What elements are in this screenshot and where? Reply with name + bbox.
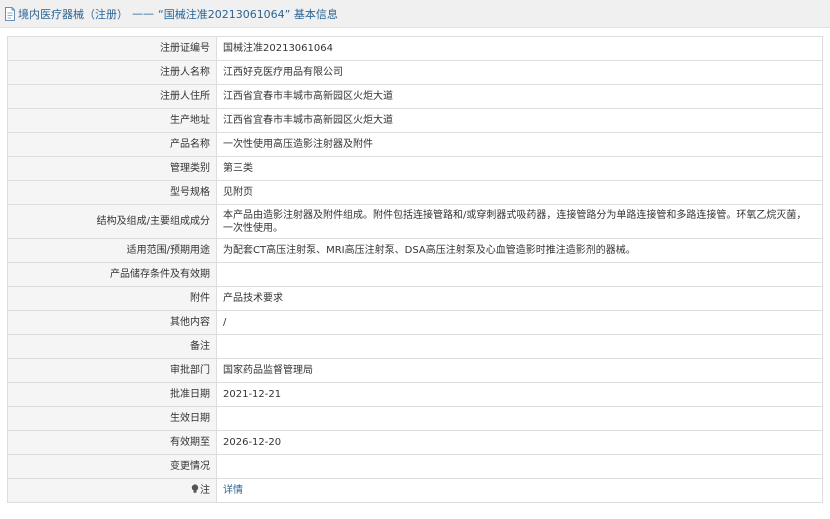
row-value: 产品技术要求	[216, 286, 823, 311]
row-label: 结构及组成/主要组成成分	[7, 204, 217, 239]
row-value: 江西好克医疗用品有限公司	[216, 60, 823, 85]
row-value: 一次性使用高压造影注射器及附件	[216, 132, 823, 157]
table-row: 注册证编号 国械注准20213061064	[7, 36, 823, 61]
registration-detail-table: 注册证编号 国械注准20213061064 注册人名称 江西好克医疗用品有限公司…	[7, 36, 823, 503]
row-label: 生效日期	[7, 406, 217, 431]
row-label: 变更情况	[7, 454, 217, 479]
details-link[interactable]: 详情	[223, 485, 243, 496]
row-label: 审批部门	[7, 358, 217, 383]
row-label: 注册证编号	[7, 36, 217, 61]
table-row: 型号规格 见附页	[7, 180, 823, 205]
document-icon	[5, 6, 15, 21]
table-row: 管理类别 第三类	[7, 156, 823, 181]
table-row: 附件 产品技术要求	[7, 286, 823, 311]
row-label: 产品名称	[7, 132, 217, 157]
table-row: 注册人名称 江西好克医疗用品有限公司	[7, 60, 823, 85]
table-row: 产品储存条件及有效期	[7, 262, 823, 287]
row-value: 本产品由造影注射器及附件组成。附件包括连接管路和/或穿刺器式吸药器，连接管路分为…	[216, 204, 823, 239]
table-row: 结构及组成/主要组成成分 本产品由造影注射器及附件组成。附件包括连接管路和/或穿…	[7, 204, 823, 239]
lightbulb-icon	[191, 484, 199, 493]
table-row: 变更情况	[7, 454, 823, 479]
table-row: 产品名称 一次性使用高压造影注射器及附件	[7, 132, 823, 157]
row-label: 产品储存条件及有效期	[7, 262, 217, 287]
row-label: 备注	[7, 334, 217, 359]
row-value	[216, 406, 823, 431]
table-row: 批准日期 2021-12-21	[7, 382, 823, 407]
row-label: 生产地址	[7, 108, 217, 133]
table-row: 注 详情	[7, 478, 823, 503]
table-row: 生效日期	[7, 406, 823, 431]
title-separator: ——	[132, 7, 154, 20]
row-value: 为配套CT高压注射泵、MRI高压注射泵、DSA高压注射泵及心血管造影时推注造影剂…	[216, 238, 823, 263]
row-label: 其他内容	[7, 310, 217, 335]
row-label: 批准日期	[7, 382, 217, 407]
row-value: 第三类	[216, 156, 823, 181]
table-row: 适用范围/预期用途 为配套CT高压注射泵、MRI高压注射泵、DSA高压注射泵及心…	[7, 238, 823, 263]
row-value: 国家药品监督管理局	[216, 358, 823, 383]
row-value: 江西省宜春市丰城市高新园区火炬大道	[216, 84, 823, 109]
footer-note-value: 详情	[216, 478, 823, 503]
table-row: 有效期至 2026-12-20	[7, 430, 823, 455]
table-row: 备注	[7, 334, 823, 359]
row-value: /	[216, 310, 823, 335]
table-row: 审批部门 国家药品监督管理局	[7, 358, 823, 383]
row-label: 型号规格	[7, 180, 217, 205]
table-row: 其他内容 /	[7, 310, 823, 335]
row-value	[216, 454, 823, 479]
row-value: 2021-12-21	[216, 382, 823, 407]
record-title: “国械注准20213061064” 基本信息	[158, 7, 338, 21]
category-link[interactable]: 境内医疗器械（注册）	[18, 6, 128, 22]
row-label: 有效期至	[7, 430, 217, 455]
table-row: 注册人住所 江西省宜春市丰城市高新园区火炬大道	[7, 84, 823, 109]
note-label-text: 注	[200, 485, 210, 496]
row-value: 江西省宜春市丰城市高新园区火炬大道	[216, 108, 823, 133]
footer-note-label: 注	[7, 478, 217, 503]
row-value	[216, 262, 823, 287]
row-value	[216, 334, 823, 359]
row-label: 注册人住所	[7, 84, 217, 109]
table-row: 生产地址 江西省宜春市丰城市高新园区火炬大道	[7, 108, 823, 133]
row-label: 附件	[7, 286, 217, 311]
row-label: 注册人名称	[7, 60, 217, 85]
row-label: 管理类别	[7, 156, 217, 181]
row-value: 见附页	[216, 180, 823, 205]
row-label: 适用范围/预期用途	[7, 238, 217, 263]
row-value: 国械注准20213061064	[216, 36, 823, 61]
page-header: 境内医疗器械（注册） —— “国械注准20213061064” 基本信息	[0, 0, 830, 28]
row-value: 2026-12-20	[216, 430, 823, 455]
